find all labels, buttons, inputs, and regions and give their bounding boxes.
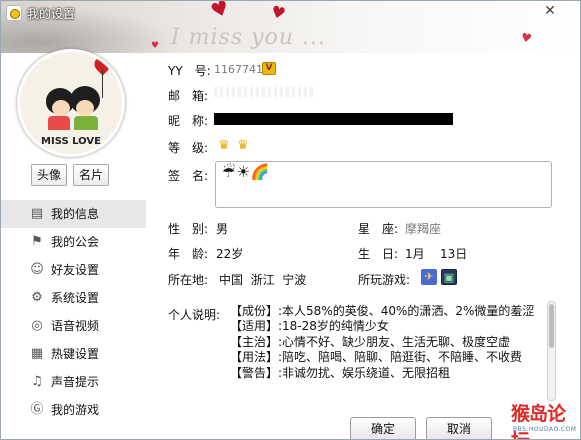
banner-text: I miss you ... bbox=[171, 25, 326, 50]
heart-icon: ♥ bbox=[207, 0, 233, 24]
sidebar-item-label: 我的信息 bbox=[51, 207, 100, 221]
signature-content: ☔☀🌈 bbox=[222, 163, 271, 181]
heart-icon: ♥ bbox=[268, 1, 288, 24]
birthday-label: 生 日: bbox=[358, 247, 399, 261]
sidebar-item-voice-video[interactable]: ◎ 语音视频 bbox=[1, 312, 146, 340]
birthday-day: 13日 bbox=[440, 247, 468, 261]
profile-card-icon: ▤ bbox=[30, 206, 44, 221]
email-label: 邮 箱: bbox=[168, 89, 209, 103]
forum-watermark: 猴岛论坛 BBS.HOUDAO.COM bbox=[511, 399, 580, 439]
watermark-text: 猴岛论坛 bbox=[511, 403, 566, 439]
sidebar-item-system-settings[interactable]: ⚙ 系统设置 bbox=[1, 284, 146, 312]
header-banner: I miss you ... ♥ ♥ ♥ ♥ bbox=[1, 0, 580, 53]
vip-icon: V bbox=[262, 62, 276, 75]
age-label: 年 龄: bbox=[168, 247, 209, 261]
description-line: 【警告】:非诚勿扰、娱乐绕道、无限招租 bbox=[230, 365, 451, 380]
yy-number-label: YY 号: bbox=[168, 64, 211, 78]
sidebar-item-sound-alerts[interactable]: ♫ 声音提示 bbox=[1, 368, 146, 396]
game-fighter-icon[interactable]: ✈ bbox=[421, 269, 437, 285]
close-icon[interactable]: ✕ bbox=[542, 3, 558, 19]
nickname-label: 昵 称: bbox=[168, 114, 209, 128]
watermark-url: BBS.HOUDAO.COM bbox=[513, 426, 577, 433]
signature-input[interactable]: ☔☀🌈 bbox=[215, 161, 552, 208]
sidebar-item-label: 我的公会 bbox=[51, 235, 100, 249]
sidebar-item-label: 我的游戏 bbox=[51, 403, 100, 417]
location-label: 所在地: bbox=[168, 273, 209, 287]
keyboard-icon: ▦ bbox=[30, 346, 44, 361]
description-text: 【成份】:本人58%的英俊、40%的潇洒、2%微量的羞涩 【适用】:18-28岁… bbox=[230, 304, 542, 384]
avatar-body bbox=[74, 116, 98, 130]
birthday-month: 1月 bbox=[405, 247, 425, 261]
avatar-caption: MISS LOVE bbox=[41, 136, 101, 147]
sidebar-item-label: 系统设置 bbox=[51, 291, 100, 305]
rainbow-icon: 🌈 bbox=[250, 163, 270, 181]
headset-icon: ◎ bbox=[31, 318, 43, 333]
sidebar-item-my-games[interactable]: Ⓖ 我的游戏 bbox=[1, 396, 146, 424]
sidebar-item-label: 声音提示 bbox=[51, 375, 100, 389]
zodiac-value: 摩羯座 bbox=[405, 222, 442, 236]
description-line: 【成份】:本人58%的英俊、40%的潇洒、2%微量的羞涩 bbox=[230, 304, 535, 318]
sidebar-item-my-info[interactable]: ▤ 我的信息 bbox=[1, 200, 146, 228]
avatar-face bbox=[52, 100, 70, 116]
heart-icon: ♥ bbox=[519, 30, 533, 46]
window-title: 我的设置 bbox=[27, 7, 76, 21]
description-line: 【适用】:18-28岁的纯情少女 bbox=[230, 319, 389, 334]
rain-umbrella-icon: ☔ bbox=[222, 163, 236, 181]
gender-value: 男 bbox=[216, 222, 229, 236]
card-button[interactable]: 名片 bbox=[73, 164, 109, 186]
description-line: 【用法】:陪吃、陪喝、陪聊、陪逛街、不陪睡、不收费 bbox=[230, 350, 523, 365]
sidebar-item-hotkeys[interactable]: ▦ 热键设置 bbox=[1, 340, 146, 368]
cancel-button[interactable]: 取消 bbox=[426, 417, 492, 439]
balloon-string bbox=[102, 70, 103, 98]
app-icon bbox=[6, 5, 22, 21]
sidebar-item-friend-settings[interactable]: ☺ 好友设置 bbox=[1, 256, 146, 284]
level-label: 等 级: bbox=[168, 141, 209, 155]
yy-number-value: 1167741 bbox=[214, 63, 263, 76]
gear-icon: ⚙ bbox=[31, 290, 43, 305]
description-line: 【主治】:心情不好、缺少朋友、生活无聊、极度空虚 bbox=[230, 334, 511, 349]
music-note-icon: ♫ bbox=[31, 374, 43, 389]
sun-icon: ☀ bbox=[236, 163, 250, 181]
avatar[interactable]: MISS LOVE bbox=[17, 49, 125, 157]
age-value: 22岁 bbox=[216, 247, 244, 261]
crown-icon: ♛ bbox=[237, 138, 249, 153]
location-value: 中国 浙江 宁波 bbox=[219, 273, 307, 287]
signature-label: 签 名: bbox=[168, 169, 209, 183]
email-value-redacted bbox=[214, 87, 314, 97]
zodiac-label: 星 座: bbox=[358, 222, 399, 236]
avatar-face bbox=[76, 100, 94, 116]
gender-label: 性 别: bbox=[168, 222, 209, 236]
settings-window: I miss you ... ♥ ♥ ♥ ♥ 我的设置 ✕ MISS LOVE … bbox=[0, 0, 581, 440]
sidebar-nav: ▤ 我的信息 ⚑ 我的公会 ☺ 好友设置 ⚙ 系统设置 ◎ 语音视频 ▦ 热键设… bbox=[1, 200, 146, 424]
description-label: 个人说明: bbox=[168, 308, 221, 322]
ok-button[interactable]: 确定 bbox=[350, 417, 416, 439]
games-label: 所玩游戏: bbox=[358, 273, 411, 287]
nickname-value-redacted bbox=[214, 113, 453, 125]
sidebar-item-label: 好友设置 bbox=[51, 263, 100, 277]
heart-icon: ♥ bbox=[151, 41, 160, 51]
scrollbar-thumb[interactable] bbox=[549, 304, 554, 348]
avatar-body bbox=[48, 116, 70, 130]
flag-icon: ⚑ bbox=[31, 234, 43, 249]
sidebar-item-label: 语音视频 bbox=[51, 319, 100, 333]
sidebar-item-label: 热键设置 bbox=[51, 347, 100, 361]
friends-icon: ☺ bbox=[30, 262, 44, 277]
avatar-button[interactable]: 头像 bbox=[31, 164, 67, 186]
description-scrollbar[interactable] bbox=[547, 301, 556, 401]
game-g-icon: Ⓖ bbox=[30, 402, 44, 417]
sidebar-item-my-guild[interactable]: ⚑ 我的公会 bbox=[1, 228, 146, 256]
crown-icon: ♛ bbox=[218, 138, 230, 153]
game-frame-icon[interactable]: ▣ bbox=[441, 269, 457, 285]
